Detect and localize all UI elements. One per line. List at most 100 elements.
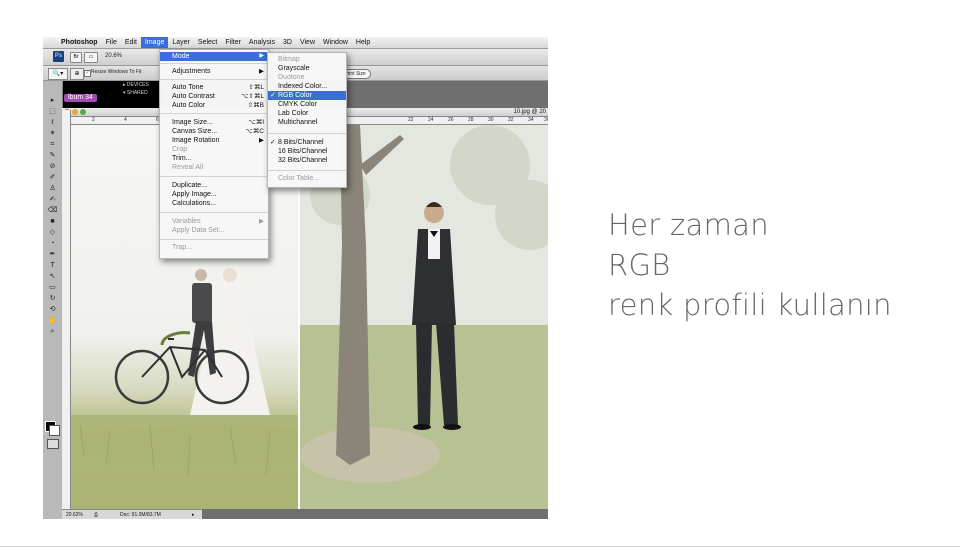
menu-item-duplicate[interactable]: Duplicate...	[172, 181, 264, 190]
menu-item-auto-color[interactable]: Auto Color ⇧⌘B	[172, 101, 264, 110]
menu-filter[interactable]: Filter	[221, 37, 245, 48]
status-zoom[interactable]: 20.62%	[66, 510, 83, 519]
menu-image[interactable]: Image	[140, 37, 169, 48]
status-icon[interactable]: ⎙	[94, 510, 98, 519]
menu-separator	[160, 63, 268, 64]
menu-item-calculations[interactable]: Calculations...	[172, 199, 264, 208]
bottom-divider	[0, 546, 960, 547]
mode-8-bits[interactable]: ✓ 8 Bits/Channel	[270, 138, 346, 147]
caption-line-2: RGB	[608, 248, 671, 282]
resize-windows-label: Resize Windows To Fit	[91, 69, 142, 75]
menu-separator	[160, 176, 268, 177]
submenu-arrow-icon: ▶	[259, 68, 264, 75]
zoom-level[interactable]: 20.6%	[105, 53, 122, 59]
menu-item-adjustments[interactable]: Adjustments ▶	[172, 67, 264, 76]
ruler-number: 36	[544, 117, 548, 123]
status-bar: 20.62% ⎙ Doc: 91.0M/83.7M ▸	[62, 509, 202, 519]
clone-stamp-icon[interactable]: ♙	[47, 185, 58, 193]
menu-edit[interactable]: Edit	[121, 37, 141, 48]
menu-item-image-rotation[interactable]: Image Rotation ▶	[172, 136, 264, 145]
menu-item-image-size[interactable]: Image Size... ⌥⌘I	[172, 118, 264, 127]
history-brush-icon[interactable]: ✍	[47, 196, 58, 204]
menu-help[interactable]: Help	[352, 37, 374, 48]
image-menu: Mode ▶ Adjustments ▶ Auto Tone ⇧⌘L Auto Con…	[159, 49, 269, 259]
lasso-tool-icon[interactable]: ℓ	[47, 119, 58, 127]
menu-item-auto-contrast[interactable]: Auto Contrast ⌥⇧⌘L	[172, 92, 264, 101]
mode-submenu: Bitmap Grayscale Duotone Indexed Color..…	[267, 52, 347, 188]
menu-item-mode[interactable]: Mode ▶	[160, 52, 268, 61]
menu-select[interactable]: Select	[194, 37, 221, 48]
menu-3d[interactable]: 3D	[279, 37, 296, 48]
resize-windows-checkbox[interactable]: ✓	[84, 70, 91, 77]
mode-rgb-color[interactable]: ✓ RGB Color	[268, 91, 346, 100]
document-title: 10.jpg @ 20	[513, 109, 546, 115]
menu-item-trim[interactable]: Trim...	[172, 154, 264, 163]
mode-indexed-color[interactable]: Indexed Color...	[278, 82, 346, 91]
ruler-number: 26	[448, 117, 454, 123]
zoom-window-icon[interactable]	[80, 109, 86, 115]
mode-grayscale[interactable]: Grayscale	[278, 64, 346, 73]
mode-32-bits[interactable]: 32 Bits/Channel	[278, 156, 346, 165]
blur-tool-icon[interactable]: ◇	[47, 229, 58, 237]
brush-tool-icon[interactable]: ✐	[47, 174, 58, 182]
menu-item-apply-data-set: Apply Data Set...	[172, 227, 225, 234]
crop-tool-icon[interactable]: ⌗	[47, 141, 58, 149]
shape-tool-icon[interactable]: ▭	[47, 284, 58, 292]
eraser-icon[interactable]: ⌫	[47, 207, 58, 215]
bridge-icon[interactable]: Br	[70, 52, 82, 63]
submenu-arrow-icon: ▶	[259, 218, 264, 225]
path-selection-icon[interactable]: ↖	[47, 273, 58, 281]
mode-multichannel[interactable]: Multichannel	[278, 118, 346, 127]
album-label[interactable]: lbum 34	[64, 94, 97, 102]
caption-line-1: Her zaman	[608, 208, 769, 242]
menu-separator	[268, 133, 346, 134]
toolbox: ▸ ⬚ ℓ ✶ ⌗ ✎ ⊘ ✐ ♙ ✍ ⌫ ■ ◇ ◔ ✒ T ↖ ▭ ↻ ⟲ …	[43, 81, 63, 519]
menu-layer[interactable]: Layer	[168, 37, 194, 48]
type-tool-icon[interactable]: T	[47, 262, 58, 270]
eyedropper-icon[interactable]: ✎	[47, 152, 58, 160]
menu-item-canvas-size[interactable]: Canvas Size... ⌥⌘C	[172, 127, 264, 136]
menu-separator	[160, 79, 268, 80]
magic-wand-icon[interactable]: ✶	[47, 130, 58, 138]
mode-color-table: Color Table...	[278, 175, 320, 182]
zoom-tool-icon[interactable]: ⌕	[47, 328, 58, 336]
ruler-number: 28	[468, 117, 474, 123]
marquee-tool-icon[interactable]: ⬚	[47, 108, 58, 116]
menu-window[interactable]: Window	[319, 37, 352, 48]
mode-bitmap: Bitmap	[278, 56, 300, 63]
menu-item-apply-image[interactable]: Apply Image...	[172, 190, 264, 199]
menu-analysis[interactable]: Analysis	[245, 37, 279, 48]
menu-item-reveal-all: Reveal All	[172, 164, 204, 171]
checkmark-icon: ✓	[270, 139, 276, 146]
quick-mask-icon[interactable]	[47, 439, 59, 449]
background-color-swatch[interactable]	[49, 425, 60, 436]
submenu-arrow-icon: ▶	[259, 137, 264, 144]
mode-cmyk-color[interactable]: CMYK Color	[278, 100, 346, 109]
3d-orbit-icon[interactable]: ⟲	[47, 306, 58, 314]
pen-tool-icon[interactable]: ✒	[47, 251, 58, 259]
ruler-number: 22	[408, 117, 414, 123]
healing-brush-icon[interactable]: ⊘	[47, 163, 58, 171]
view-extras-icon[interactable]: ▭	[84, 52, 98, 63]
ruler-number: 24	[428, 117, 434, 123]
menu-photoshop[interactable]: Photoshop	[57, 37, 102, 48]
minimize-window-icon[interactable]	[72, 109, 78, 115]
mode-lab-color[interactable]: Lab Color	[278, 109, 346, 118]
zoom-in-out-icon[interactable]: ⊕	[70, 68, 84, 80]
status-menu-arrow-icon[interactable]: ▸	[192, 510, 195, 519]
finder-sidebar-labels: ▸ DEVICES ▾ SHARED	[123, 81, 163, 97]
mode-16-bits[interactable]: 16 Bits/Channel	[278, 147, 346, 156]
menu-view[interactable]: View	[296, 37, 319, 48]
menu-separator	[160, 239, 268, 240]
dodge-tool-icon[interactable]: ◔	[47, 240, 58, 248]
menu-item-auto-tone[interactable]: Auto Tone ⇧⌘L	[172, 83, 264, 92]
3d-rotate-icon[interactable]: ↻	[47, 295, 58, 303]
menu-file[interactable]: File	[102, 37, 121, 48]
move-tool-icon[interactable]: ▸	[47, 97, 58, 105]
menu-bar: Photoshop File Edit Image Layer Select F…	[43, 37, 548, 49]
gradient-tool-icon[interactable]: ■	[47, 218, 58, 226]
zoom-tool-preset-icon[interactable]: 🔍▾	[48, 68, 68, 80]
ruler-number: 2	[92, 117, 95, 123]
caption-line-3: renk profili kullanın	[608, 288, 892, 322]
hand-tool-icon[interactable]: ✋	[47, 317, 58, 325]
